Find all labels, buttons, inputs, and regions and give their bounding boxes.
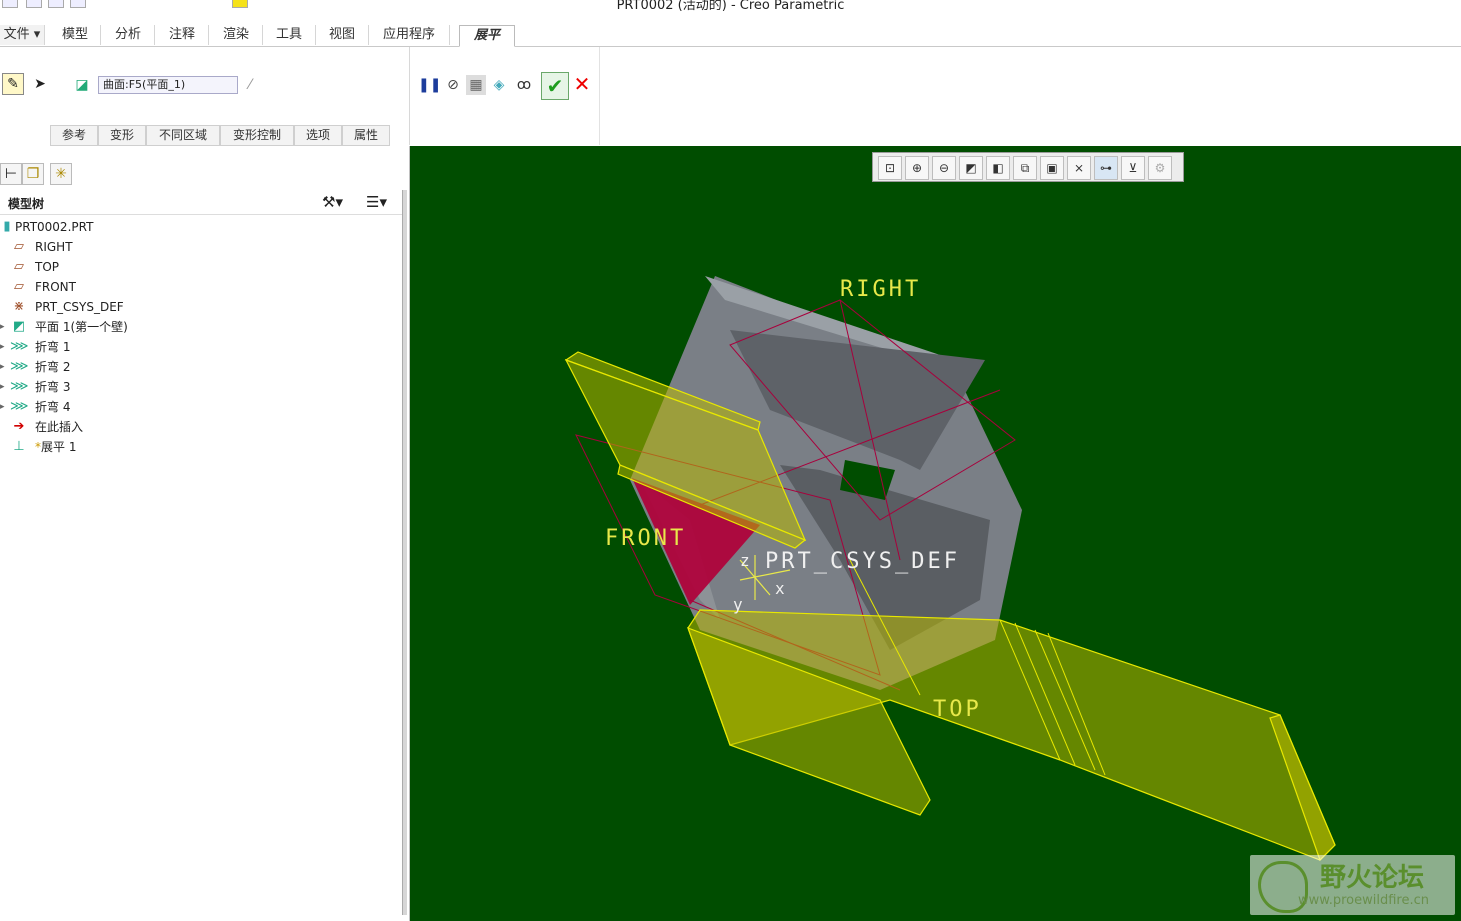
preview-icon[interactable]: ▦	[466, 75, 486, 95]
tree-item[interactable]: ▸ ◩ 平面 1(第一个壁)	[0, 317, 400, 337]
favorites-icon[interactable]: ✳	[50, 163, 72, 185]
tree-scrollbar[interactable]	[402, 190, 407, 915]
subtab-regions[interactable]: 不同区域	[146, 125, 220, 146]
csys-icon: ⋇	[13, 299, 25, 314]
annotation-display-icon[interactable]: ⊻	[1121, 156, 1145, 180]
watermark-title: 野火论坛	[1320, 863, 1425, 893]
tree-tab-icon[interactable]: ⊢	[0, 163, 22, 185]
label-csys: PRT_CSYS_DEF	[765, 549, 960, 574]
datum-plane-icon: ▱	[14, 239, 24, 254]
subtab-properties[interactable]: 属性	[342, 125, 390, 146]
tab-render[interactable]: 渲染	[210, 25, 263, 45]
expand-icon[interactable]: ▸	[0, 317, 5, 337]
cancel-x-icon[interactable]: ✕	[572, 74, 592, 94]
datum-plane-icon: ▱	[14, 259, 24, 274]
file-menu[interactable]: 文件 ▾	[0, 25, 45, 45]
tree-columns-icon[interactable]: ☰▾	[366, 193, 387, 211]
watermark-url: www.proewildfire.cn	[1298, 893, 1429, 908]
display-style-icon[interactable]: ◧	[986, 156, 1010, 180]
subtab-references[interactable]: 参考	[50, 125, 98, 146]
datum-display-icon[interactable]: ⨯	[1067, 156, 1091, 180]
tree-item[interactable]: ▱ FRONT	[0, 277, 400, 297]
graphics-viewport[interactable]: RIGHT FRONT TOP PRT_CSYS_DEF z x y	[410, 146, 1461, 921]
bend-icon: ⋙	[10, 339, 29, 354]
label-front: FRONT	[605, 526, 686, 551]
ribbon-separator	[409, 47, 410, 145]
expand-icon[interactable]: ▸	[0, 397, 5, 417]
tree-item[interactable]: ⋇ PRT_CSYS_DEF	[0, 297, 400, 317]
tree-item[interactable]: ▸ ⋙ 折弯 3	[0, 377, 400, 397]
datum-plane-icon: ▱	[14, 279, 24, 294]
spin-center-icon[interactable]: ⚙	[1148, 156, 1172, 180]
label-axis-x: x	[775, 579, 785, 598]
tree-item[interactable]: ▸ ⋙ 折弯 2	[0, 357, 400, 377]
select-tool-icon[interactable]: ✎	[2, 73, 24, 95]
tab-tools[interactable]: 工具	[263, 25, 316, 45]
expand-icon[interactable]: ▸	[0, 357, 5, 377]
subtab-deform-control[interactable]: 变形控制	[220, 125, 294, 146]
csys-display-icon[interactable]: ⊶	[1094, 156, 1118, 180]
tab-applications[interactable]: 应用程序	[369, 25, 450, 45]
glasses-icon[interactable]: ꝏ	[514, 75, 534, 95]
tab-flatten[interactable]: 展平	[459, 25, 515, 47]
tree-item[interactable]: ▮ PRT0002.PRT	[0, 217, 400, 237]
repaint-icon[interactable]: ◩	[959, 156, 983, 180]
surface-collector-icon[interactable]: ◪	[72, 75, 92, 95]
no-preview-icon[interactable]: ⊘	[443, 75, 463, 95]
wall-icon: ◩	[12, 319, 26, 334]
model-canvas[interactable]: RIGHT FRONT TOP PRT_CSYS_DEF z x y	[410, 146, 1461, 921]
model-tree-title: 模型树	[8, 197, 45, 211]
layers-icon[interactable]: ❐	[22, 163, 44, 185]
expand-icon[interactable]: ▸	[0, 377, 5, 397]
flip-icon[interactable]: ⁄	[240, 75, 260, 95]
window-title: PRT0002 (活动的) - Creo Parametric	[616, 0, 845, 13]
tree-item[interactable]: ▸ ⋙ 折弯 4	[0, 397, 400, 417]
label-axis-z: z	[740, 551, 750, 570]
part-icon: ▮	[3, 219, 11, 234]
view-toolbar: ⊡ ⊕ ⊖ ◩ ◧ ⧉ ▣ ⨯ ⊶ ⊻ ⚙	[872, 152, 1184, 182]
surface-reference-field[interactable]: 曲面:F5(平面_1)	[98, 76, 238, 94]
label-top: TOP	[933, 697, 982, 722]
tree-item[interactable]: ⊥ *展平 1	[0, 437, 400, 457]
expand-icon[interactable]: ▸	[0, 337, 5, 357]
bend-icon: ⋙	[10, 399, 29, 414]
view-manager-icon[interactable]: ▣	[1040, 156, 1064, 180]
zoom-out-icon[interactable]: ⊖	[932, 156, 956, 180]
watermark-logo: 野火论坛 www.proewildfire.cn	[1250, 855, 1455, 915]
title-bar: PRT0002 (活动的) - Creo Parametric	[0, 0, 1461, 20]
insert-here-icon: ➔	[13, 419, 25, 434]
tab-analysis[interactable]: 分析	[102, 25, 155, 45]
ribbon-separator	[599, 47, 600, 145]
subtab-deform[interactable]: 变形	[98, 125, 146, 146]
ok-check-icon[interactable]: ✔	[541, 72, 569, 100]
tab-view[interactable]: 视图	[316, 25, 369, 45]
tab-annotate[interactable]: 注释	[156, 25, 209, 45]
flatten-icon: ⊥	[13, 439, 25, 454]
tree-item[interactable]: ▸ ⋙ 折弯 1	[0, 337, 400, 357]
label-axis-y: y	[733, 595, 743, 614]
pause-icon[interactable]: ❚❚	[418, 75, 441, 95]
zoom-in-icon[interactable]: ⊕	[905, 156, 929, 180]
tree-item[interactable]: ▱ TOP	[0, 257, 400, 277]
bend-icon: ⋙	[10, 359, 29, 374]
refit-icon[interactable]: ⊡	[878, 156, 902, 180]
tree-item[interactable]: ▱ RIGHT	[0, 237, 400, 257]
saved-views-icon[interactable]: ⧉	[1013, 156, 1037, 180]
pointer-icon[interactable]: ➤	[30, 74, 50, 94]
tree-settings-icon[interactable]: ⚒▾	[322, 193, 343, 211]
tab-model[interactable]: 模型	[50, 25, 101, 45]
subtab-options[interactable]: 选项	[294, 125, 342, 146]
model-tree-header: 模型树 ⚒▾ ☰▾	[0, 190, 402, 215]
verify-icon[interactable]: ◈	[489, 75, 509, 95]
menu-bar: 文件 ▾ 模型 分析 注释 渲染 工具 视图 应用程序 展平	[0, 22, 1461, 47]
label-right: RIGHT	[840, 277, 921, 302]
tree-item[interactable]: ➔ 在此插入	[0, 417, 400, 437]
bend-icon: ⋙	[10, 379, 29, 394]
